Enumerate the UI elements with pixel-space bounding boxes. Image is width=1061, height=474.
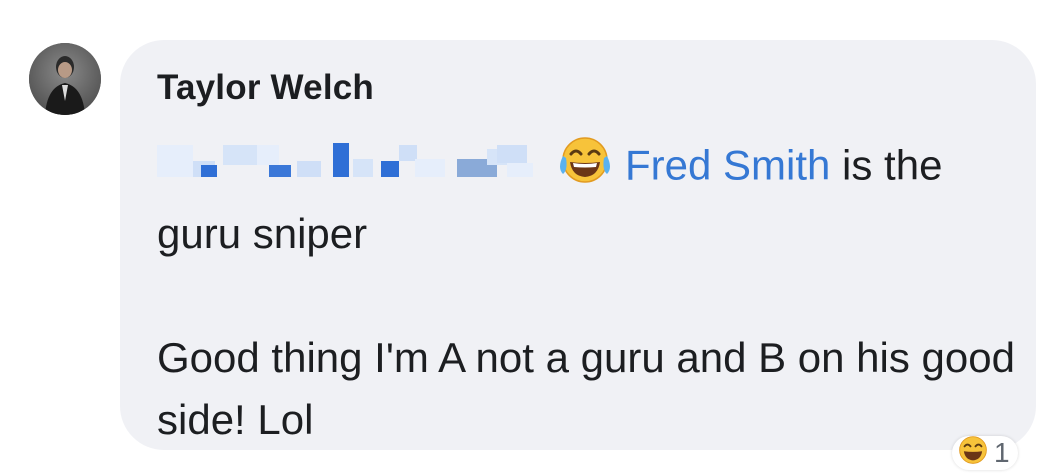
profile-photo [29, 43, 101, 115]
comment-bubble: Taylor Welch Fred Smith is the guru snip… [120, 40, 1036, 450]
face-with-tears-of-joy-icon [956, 433, 990, 474]
comment-line1-tail: is the [830, 141, 943, 189]
avatar[interactable] [29, 43, 101, 115]
comment-paragraph2: Good thing I'm A not a guru and B on his… [157, 334, 1015, 443]
comment-author[interactable]: Taylor Welch [157, 68, 374, 108]
redacted-text [157, 138, 541, 200]
mention-link[interactable]: Fred Smith [625, 142, 830, 189]
face-with-tears-of-joy-icon [557, 134, 613, 203]
reaction-badge[interactable]: 1 [952, 435, 1018, 470]
comment-line2: guru sniper [157, 210, 368, 257]
reaction-count: 1 [994, 437, 1010, 468]
comment-text: Fred Smith is the guru sniper Good thing… [157, 134, 1017, 451]
